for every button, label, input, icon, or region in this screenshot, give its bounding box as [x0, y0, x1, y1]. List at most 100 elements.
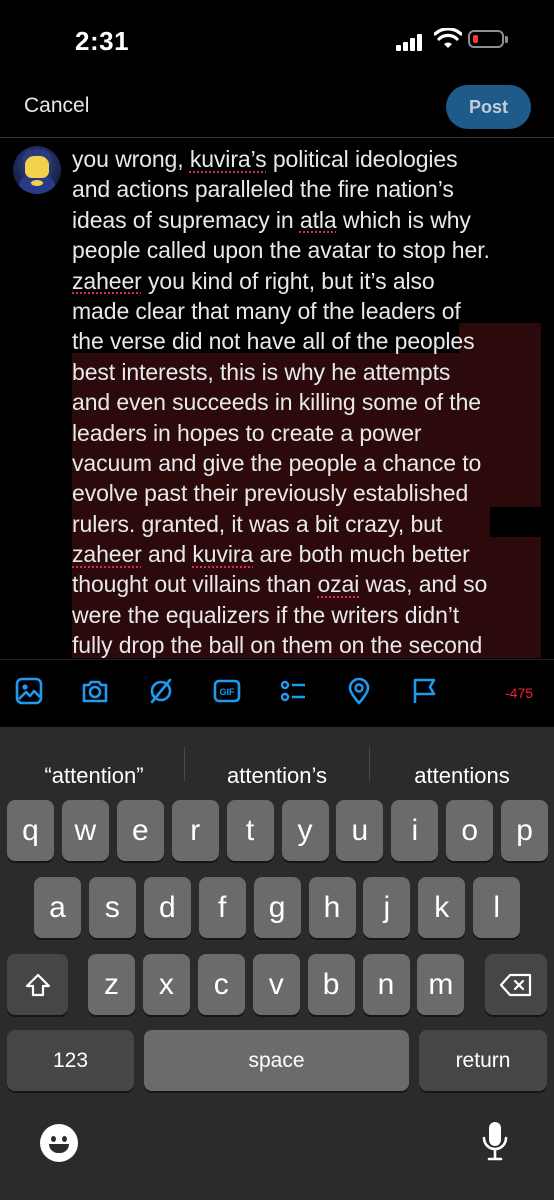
text-segment: and actions paralleled the fire nation’s [72, 176, 454, 203]
tweet-text-line: were the equalizers if the writers didn’… [72, 600, 546, 630]
tweet-text-line: thought out villains than ozai was, and … [72, 569, 546, 599]
space-key[interactable]: space [144, 1030, 409, 1091]
key-g[interactable]: g [253, 877, 301, 938]
character-count: -475 [505, 685, 534, 701]
key-e[interactable]: e [116, 800, 164, 861]
misspelled-word: zaheer [72, 541, 142, 568]
tweet-text-line: you wrong, kuvira’s political ideologies [72, 144, 546, 174]
key-m[interactable]: m [417, 954, 465, 1015]
gif-search-icon[interactable] [146, 676, 176, 706]
misspelled-word: zaheer [72, 267, 142, 294]
post-button[interactable]: Post [446, 85, 531, 129]
camera-icon[interactable] [80, 676, 110, 706]
suggestion-2[interactable]: attention’s [200, 763, 354, 789]
text-segment: and [141, 541, 193, 568]
suggestion-divider [369, 747, 370, 781]
emoji-icon[interactable] [40, 1124, 78, 1162]
key-c[interactable]: c [197, 954, 245, 1015]
key-h[interactable]: h [308, 877, 356, 938]
svg-text:GIF: GIF [220, 687, 236, 697]
avatar[interactable] [13, 146, 61, 194]
flag-icon[interactable] [410, 676, 440, 706]
key-a[interactable]: a [34, 877, 81, 938]
tweet-text-line: evolve past their previously established [72, 478, 546, 508]
text-segment: which is why [336, 206, 471, 233]
misspelled-word: kuvira’s [189, 146, 267, 172]
key-n[interactable]: n [362, 954, 410, 1015]
key-f[interactable]: f [198, 877, 246, 938]
text-segment: fully drop the ball on them on the secon… [72, 632, 483, 659]
text-segment: made clear that many of the leaders of [72, 297, 461, 324]
text-segment: was, and so [359, 571, 488, 598]
shift-icon [25, 973, 50, 996]
tweet-text-line: vacuum and give the people a chance to [72, 448, 546, 478]
text-segment: evolve past their previously established [72, 480, 469, 507]
backspace-icon [499, 973, 532, 996]
key-k[interactable]: k [418, 877, 466, 938]
text-segment: were the equalizers if the writers didn’… [72, 601, 460, 628]
text-segment: and even succeeds in killing some of the [72, 389, 481, 416]
text-segment: the verse did not have all of the people… [72, 328, 475, 355]
tweet-text-line: and actions paralleled the fire nation’s [72, 174, 546, 204]
tweet-text-line: fully drop the ball on them on the secon… [72, 630, 546, 660]
key-x[interactable]: x [142, 954, 190, 1015]
suggestion-3[interactable]: attentions [384, 763, 540, 789]
key-j[interactable]: j [363, 877, 411, 938]
tweet-text-line: leaders in hopes to create a power [72, 418, 546, 448]
key-y[interactable]: y [281, 800, 329, 861]
numbers-key[interactable]: 123 [7, 1030, 134, 1091]
wifi-icon [434, 28, 462, 48]
misspelled-word: kuvira [192, 541, 254, 568]
key-s[interactable]: s [88, 877, 136, 938]
key-z[interactable]: z [88, 954, 135, 1015]
poll-icon[interactable] [278, 676, 308, 706]
key-l[interactable]: l [473, 877, 521, 938]
status-bar: 2:31 [0, 0, 554, 84]
tweet-text-line: made clear that many of the leaders of [72, 296, 546, 326]
key-q[interactable]: q [7, 800, 54, 861]
tweet-text-line: best interests, this is why he attempts [72, 357, 546, 387]
key-b[interactable]: b [307, 954, 355, 1015]
tweet-text-line: people called upon the avatar to stop he… [72, 235, 546, 265]
key-p[interactable]: p [501, 800, 549, 861]
key-o[interactable]: o [446, 800, 494, 861]
text-segment: thought out villains than [72, 571, 318, 598]
tweet-text-line: zaheer and kuvira are both much better [72, 539, 546, 569]
tweet-text-line: and even succeeds in killing some of the [72, 387, 546, 417]
microphone-icon[interactable] [480, 1120, 510, 1164]
text-segment: political ideologies [266, 146, 458, 172]
key-u[interactable]: u [336, 800, 384, 861]
gif-icon[interactable]: GIF [212, 676, 242, 706]
text-segment: you wrong, [72, 146, 190, 172]
text-segment: best interests, this is why he attempts [72, 358, 451, 385]
header-divider [0, 137, 554, 138]
cellular-signal-icon [396, 33, 426, 51]
text-segment: you kind of right, but it’s also [141, 267, 435, 294]
cancel-button[interactable]: Cancel [24, 94, 89, 118]
key-i[interactable]: i [391, 800, 439, 861]
key-r[interactable]: r [171, 800, 219, 861]
suggestion-divider [184, 747, 185, 781]
misspelled-word: ozai [317, 571, 360, 598]
key-d[interactable]: d [143, 877, 191, 938]
misspelled-word: atla [299, 206, 337, 233]
location-icon[interactable] [344, 676, 374, 706]
tweet-text-input[interactable]: you wrong, kuvira’s political ideologies… [72, 144, 546, 661]
text-segment: people called upon the avatar to stop he… [72, 237, 490, 264]
tweet-text-line: the verse did not have all of the people… [72, 326, 546, 356]
delete-key[interactable] [485, 954, 547, 1015]
text-segment: vacuum and give the people a chance to [72, 449, 482, 476]
tweet-text-line: rulers. granted, it was a bit crazy, but [72, 509, 546, 539]
tweet-text-line: zaheer you kind of right, but it’s also [72, 266, 546, 296]
return-key[interactable]: return [419, 1030, 547, 1091]
text-segment: are both much better [253, 541, 470, 568]
battery-icon [468, 30, 508, 48]
shift-key[interactable] [7, 954, 68, 1015]
key-w[interactable]: w [61, 800, 109, 861]
key-v[interactable]: v [252, 954, 300, 1015]
text-segment: ideas of supremacy in [72, 206, 300, 233]
image-icon[interactable] [14, 676, 44, 706]
suggestion-1[interactable]: “attention” [20, 763, 168, 789]
key-t[interactable]: t [226, 800, 274, 861]
status-time: 2:31 [75, 26, 130, 56]
